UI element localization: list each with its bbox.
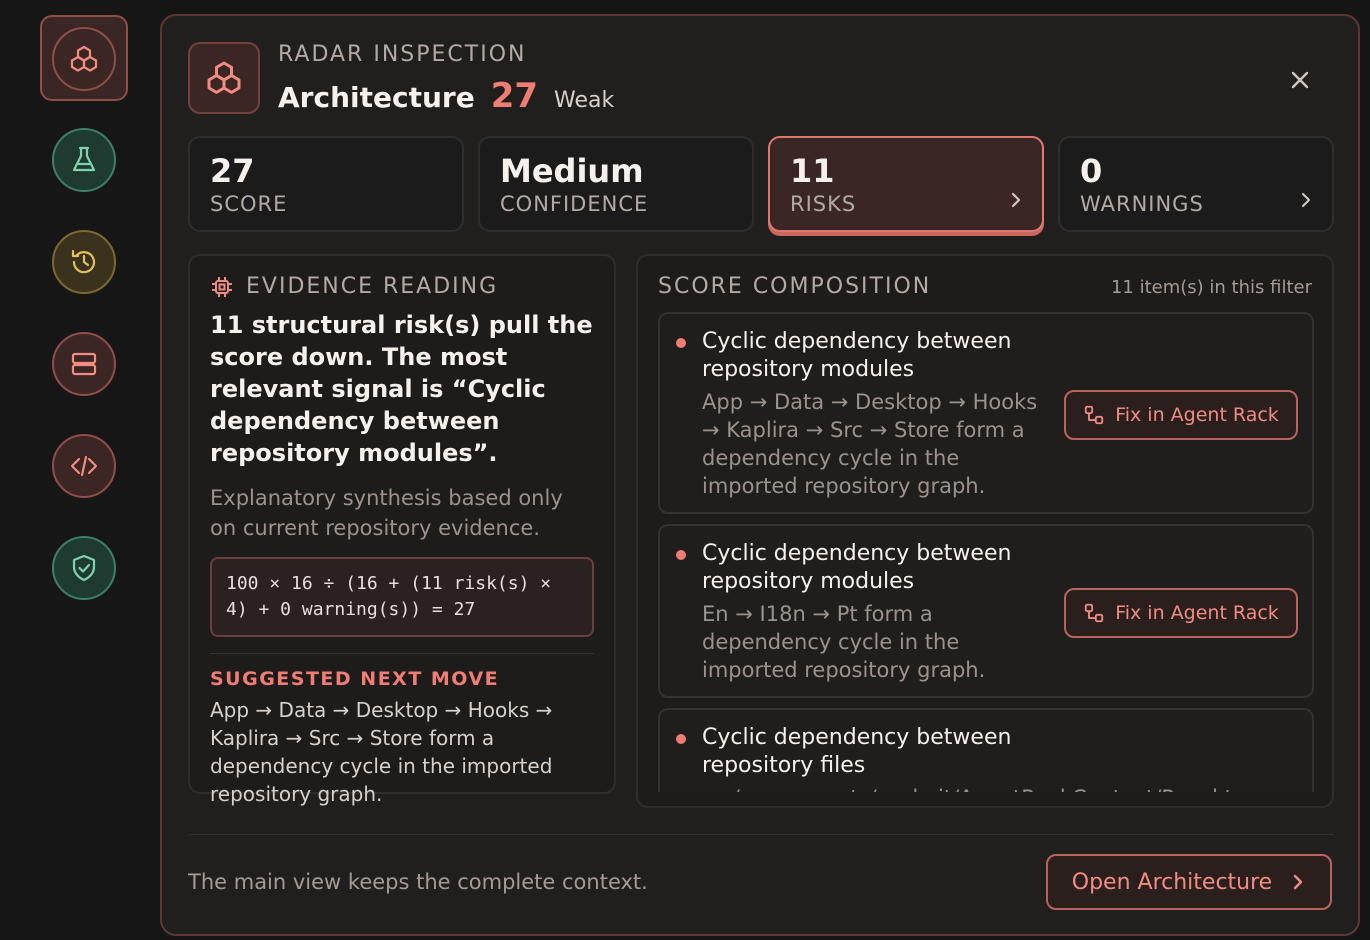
risk-description: En → I18n → Pt form a dependency cycle i… (702, 602, 986, 682)
risk-item: Cyclic dependency between repository fil… (658, 708, 1314, 792)
evidence-summary: 11 structural risk(s) pull the score dow… (210, 311, 593, 467)
rail-history-button[interactable] (52, 230, 116, 294)
code-icon (70, 455, 98, 477)
chevron-right-icon (1298, 192, 1314, 208)
title-score: 27 (490, 76, 539, 116)
composition-title: SCORE COMPOSITION (658, 274, 932, 299)
footer-note: The main view keeps the complete context… (188, 870, 648, 894)
stat-value: Medium (500, 152, 644, 190)
header-icon-tile (188, 42, 260, 114)
panel-eyebrow: RADAR INSPECTION (278, 42, 527, 67)
stat-score: 27 SCORE (188, 136, 464, 232)
risk-title: Cyclic dependency between repository mod… (702, 541, 1012, 594)
risk-title: Cyclic dependency between repository fil… (702, 725, 1012, 778)
chevron-right-icon (1008, 192, 1024, 208)
risk-dot (676, 734, 686, 744)
risk-title: Cyclic dependency between repository mod… (702, 329, 1012, 382)
stat-confidence: Medium CONFIDENCE (478, 136, 754, 232)
workflow-icon (1085, 603, 1104, 623)
next-move-label: SUGGESTED NEXT MOVE (210, 668, 500, 690)
score-formula: 100 × 16 ÷ (16 + (11 risk(s) × 4) + 0 wa… (210, 557, 594, 637)
stat-value: 11 (790, 152, 835, 190)
server-icon (71, 352, 97, 376)
page-title: Architecture (278, 81, 475, 114)
risk-item: Cyclic dependency between repository mod… (658, 312, 1314, 514)
close-button[interactable] (1282, 62, 1318, 98)
fix-button-label: Fix in Agent Rack (1115, 404, 1279, 426)
chevron-right-icon (1294, 874, 1303, 890)
divider (210, 653, 594, 654)
stat-label: SCORE (210, 192, 288, 216)
side-rail (0, 0, 160, 940)
filter-count: 11 item(s) in this filter (1110, 277, 1312, 298)
rail-infrastructure-button[interactable] (52, 332, 116, 396)
evidence-note: Explanatory synthesis based only on curr… (210, 486, 563, 540)
stat-label: CONFIDENCE (500, 192, 649, 216)
risk-dot (676, 338, 686, 348)
open-button-label: Open Architecture (1071, 869, 1273, 895)
stat-risks-tab[interactable]: 11 RISKS (768, 136, 1044, 232)
cubes-icon (207, 61, 241, 94)
stat-value: 0 (1080, 152, 1103, 190)
rail-tests-button[interactable] (52, 128, 116, 192)
composition-header: SCORE COMPOSITION 11 item(s) in this fil… (658, 274, 1312, 299)
flask-icon (72, 146, 96, 172)
risk-list[interactable]: Cyclic dependency between repository mod… (658, 312, 1314, 792)
workflow-icon (1085, 405, 1104, 425)
rail-architecture-button[interactable] (52, 27, 116, 91)
fix-button-label: Fix in Agent Rack (1115, 602, 1279, 624)
open-architecture-button[interactable]: Open Architecture (1046, 854, 1332, 910)
fix-in-agent-rack-button[interactable]: Fix in Agent Rack (1064, 588, 1298, 638)
risk-description: App → Data → Desktop → Hooks → Kaplira →… (702, 390, 1038, 498)
inspection-panel: RADAR INSPECTION Architecture 27 Weak 27… (160, 14, 1360, 936)
rail-security-button[interactable] (52, 536, 116, 600)
chip-icon (212, 276, 232, 297)
cubes-icon (70, 45, 98, 72)
stat-value: 27 (210, 152, 255, 190)
stat-label: RISKS (790, 192, 857, 216)
close-icon (1291, 71, 1309, 89)
title-row: Architecture 27 Weak (278, 76, 614, 116)
footer-divider (188, 834, 1334, 835)
score-composition-card: SCORE COMPOSITION 11 item(s) in this fil… (636, 254, 1334, 808)
risk-dot (676, 550, 686, 560)
history-icon (71, 249, 96, 274)
evidence-title: EVIDENCE READING (246, 274, 499, 299)
risk-item: Cyclic dependency between repository mod… (658, 524, 1314, 698)
shield-check-icon (72, 554, 96, 582)
evidence-header: EVIDENCE READING (210, 274, 594, 299)
risk-description: src/components/cockpit/AgentRackContext/… (702, 784, 1256, 792)
fix-in-agent-rack-button[interactable]: Fix in Agent Rack (1064, 390, 1298, 440)
next-move-text: App → Data → Desktop → Hooks → Kaplira →… (210, 698, 553, 806)
stat-label: WARNINGS (1080, 192, 1204, 216)
rail-code-button[interactable] (52, 434, 116, 498)
evidence-card: EVIDENCE READING 11 structural risk(s) p… (188, 254, 616, 806)
stat-warnings-tab[interactable]: 0 WARNINGS (1058, 136, 1334, 232)
grade-label: Weak (554, 88, 615, 113)
